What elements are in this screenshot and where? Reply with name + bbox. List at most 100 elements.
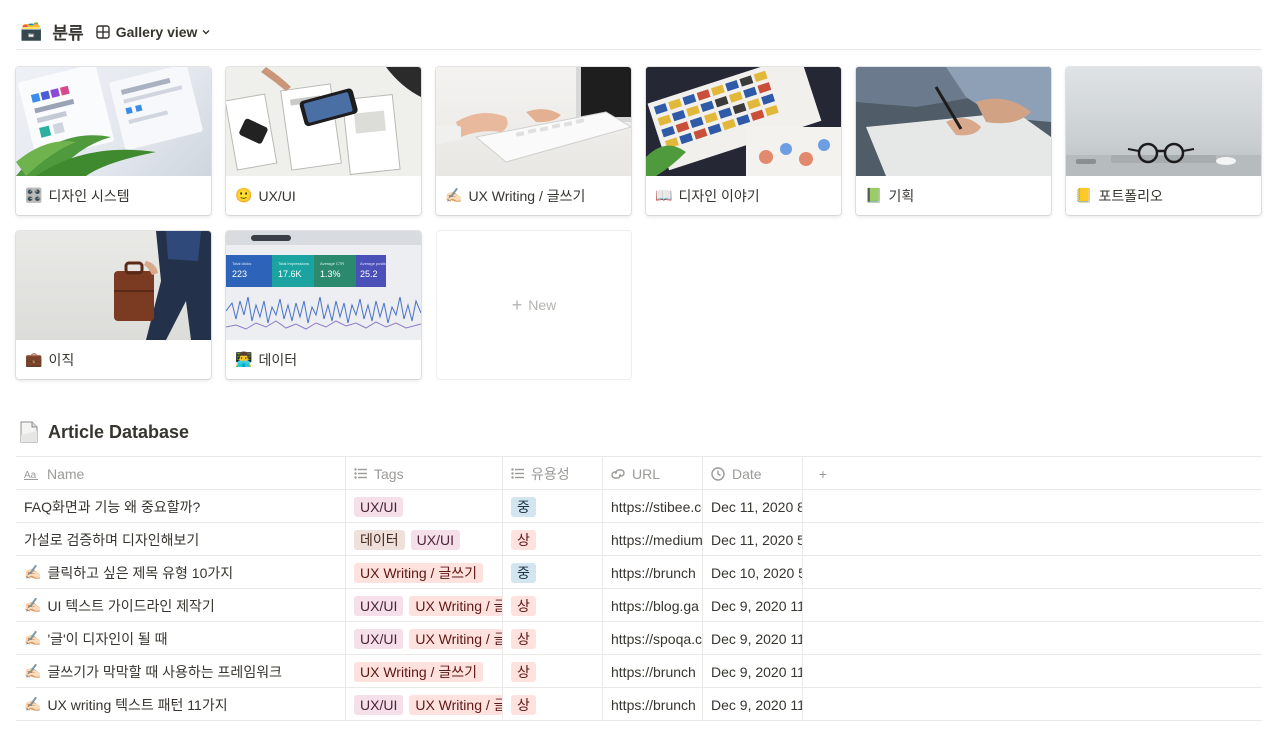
table-row[interactable]: ✍🏻 '글'이 디자인이 될 때 UX/UIUX Writing / 글쓰기 상 htt…: [16, 622, 1262, 655]
cell-date[interactable]: Dec 10, 2020 5: [703, 556, 803, 589]
cell-tags[interactable]: UX Writing / 글쓰기: [346, 655, 503, 688]
cell-name[interactable]: ✍🏻 UX writing 텍스트 패턴 11가지: [16, 688, 346, 721]
cell-usefulness[interactable]: 상: [503, 589, 603, 622]
svg-text:17.6K: 17.6K: [278, 269, 302, 279]
table-row[interactable]: ✍🏻 글쓰기가 막막할 때 사용하는 프레임워크 UX Writing / 글쓰기 상…: [16, 655, 1262, 688]
usefulness-pill: 상: [511, 595, 536, 616]
cell-usefulness[interactable]: 중: [503, 556, 603, 589]
cell-url[interactable]: https://stibee.com: [603, 490, 703, 523]
column-header-date[interactable]: Date: [703, 457, 803, 490]
column-header-tags[interactable]: Tags: [346, 457, 503, 490]
table-row[interactable]: ✍🏻 클릭하고 싶은 제목 유형 10가지 UX Writing / 글쓰기 중 htt…: [16, 556, 1262, 589]
cell-date[interactable]: Dec 11, 2020 8: [703, 490, 803, 523]
card-label: 📒 포트폴리오: [1066, 176, 1261, 215]
cell-date[interactable]: Dec 9, 2020 11: [703, 622, 803, 655]
card-title: 데이터: [258, 351, 298, 368]
table-row[interactable]: FAQ화면과 기능 왜 중요할까? UX/UI 중 https://stibee.co…: [16, 490, 1262, 523]
cell-usefulness[interactable]: 중: [503, 490, 603, 523]
svg-text:25.2: 25.2: [360, 269, 378, 279]
gallery-card-design-story[interactable]: 📖 디자인 이야기: [646, 67, 841, 215]
cell-date[interactable]: Dec 9, 2020 11: [703, 589, 803, 622]
cell-date[interactable]: Dec 9, 2020 11: [703, 688, 803, 721]
view-switcher[interactable]: Gallery view: [96, 24, 218, 40]
gallery-card-data[interactable]: Total clicks 223 Total impressions 17.6K…: [226, 231, 421, 379]
cell-usefulness[interactable]: 상: [503, 622, 603, 655]
table-row[interactable]: ✍🏻 UI 텍스트 가이드라인 제작기 UX/UIUX Writing / 글쓰기 상…: [16, 589, 1262, 622]
article-name: 글쓰기가 막막할 때 사용하는 프레임워크: [47, 663, 282, 680]
tag-pill: UX Writing / 글쓰기: [409, 694, 502, 715]
new-card-button[interactable]: + New: [437, 231, 631, 379]
cell-name[interactable]: ✍🏻 '글'이 디자인이 될 때: [16, 622, 346, 655]
cell-url[interactable]: https://medium: [603, 523, 703, 556]
tag-pill: UX/UI: [354, 628, 404, 649]
cell-tags[interactable]: UX/UI: [346, 490, 503, 523]
cell-name[interactable]: ✍🏻 클릭하고 싶은 제목 유형 10가지: [16, 556, 346, 589]
card-title: UX Writing / 글쓰기: [468, 187, 586, 204]
cell-url[interactable]: https://blog.ga: [603, 589, 703, 622]
view-switcher-label: Gallery view: [115, 23, 198, 40]
cell-usefulness[interactable]: 상: [503, 655, 603, 688]
cell-usefulness[interactable]: 상: [503, 688, 603, 721]
cell-name[interactable]: FAQ화면과 기능 왜 중요할까?: [16, 490, 346, 523]
gallery-card-ux-writing[interactable]: ✍🏻 UX Writing / 글쓰기: [436, 67, 631, 215]
column-header-label: Name: [47, 465, 85, 482]
usefulness-pill: 상: [511, 628, 536, 649]
table-row[interactable]: 가설로 검증하며 디자인해보기 데이터 UX/UI 상 https://medium De…: [16, 523, 1262, 556]
cell-tags[interactable]: UX/UIUX Writing / 글쓰기: [346, 688, 503, 721]
cell-url[interactable]: https://brunch: [603, 688, 703, 721]
column-header-url[interactable]: URL: [603, 457, 703, 490]
cell-url[interactable]: https://brunch: [603, 655, 703, 688]
cell-url[interactable]: https://brunch: [603, 556, 703, 589]
cell-tags[interactable]: UX Writing / 글쓰기: [346, 556, 503, 589]
clock-icon: [711, 466, 725, 481]
table-row[interactable]: ✍🏻 UX writing 텍스트 패턴 11가지 UX/UI UX Writing …: [16, 688, 1262, 721]
cell-url[interactable]: https://spoqa.c: [603, 622, 703, 655]
tag-pill: 데이터: [354, 529, 405, 550]
svg-text:Total clicks: Total clicks: [232, 261, 251, 266]
green-book-icon: 📗: [865, 187, 883, 203]
column-header-label: Tags: [374, 465, 404, 482]
gallery-card-job-change[interactable]: 💼 이직: [16, 231, 211, 379]
cell-tags[interactable]: UX/UIUX Writing / 글쓰기: [346, 589, 503, 622]
gallery-card-portfolio[interactable]: 📒 포트폴리오: [1066, 67, 1261, 215]
tag-pill: UX Writing / 글쓰기: [354, 661, 483, 682]
card-title: 디자인 이야기: [678, 187, 760, 204]
database-title[interactable]: 분류: [52, 19, 83, 44]
article-database-title[interactable]: Article Database: [48, 422, 189, 443]
usefulness-pill: 중: [511, 562, 536, 583]
svg-text:Average CTR: Average CTR: [320, 261, 344, 266]
writing-hand-icon: ✍🏻: [24, 564, 42, 580]
column-header-name[interactable]: Aa Name: [16, 457, 346, 490]
article-database-header: Article Database: [20, 421, 189, 443]
writing-hand-icon: ✍🏻: [24, 630, 42, 646]
cell-tags[interactable]: 데이터 UX/UI: [346, 523, 503, 556]
article-name: '글'이 디자인이 될 때: [47, 630, 168, 647]
cell-tags[interactable]: UX/UIUX Writing / 글쓰기: [346, 622, 503, 655]
card-file-box-icon: 🗃️: [20, 21, 43, 41]
card-cover-image: Total clicks 223 Total impressions 17.6K…: [226, 231, 421, 340]
cell-filler: [843, 523, 1262, 556]
cell-name[interactable]: ✍🏻 글쓰기가 막막할 때 사용하는 프레임워크: [16, 655, 346, 688]
svg-text:223: 223: [232, 269, 247, 279]
control-knobs-icon: 🎛️: [25, 187, 43, 203]
table-header-row: Aa Name Tags 유용성 URL Date +: [16, 457, 1262, 490]
column-header-usefulness[interactable]: 유용성: [503, 457, 603, 490]
cell-date[interactable]: Dec 9, 2020 11: [703, 655, 803, 688]
cell-usefulness[interactable]: 상: [503, 523, 603, 556]
cell-name[interactable]: ✍🏻 UI 텍스트 가이드라인 제작기: [16, 589, 346, 622]
slightly-smiling-face-icon: 🙂: [235, 187, 253, 203]
tag-pill: UX/UI: [354, 694, 404, 715]
gallery-card-design-system[interactable]: 🎛️ 디자인 시스템: [16, 67, 211, 215]
gallery-card-planning[interactable]: 📗 기획: [856, 67, 1051, 215]
card-cover-image: [16, 67, 211, 176]
cell-empty: [803, 490, 843, 523]
cell-name[interactable]: 가설로 검증하며 디자인해보기: [16, 523, 346, 556]
cell-date[interactable]: Dec 11, 2020 5: [703, 523, 803, 556]
link-icon: [611, 468, 625, 480]
add-property-button[interactable]: +: [803, 457, 843, 490]
usefulness-pill: 상: [511, 661, 536, 682]
tag-pill: UX/UI: [354, 496, 404, 517]
card-label: ✍🏻 UX Writing / 글쓰기: [436, 176, 631, 215]
gallery-card-ux-ui[interactable]: 🙂 UX/UI: [226, 67, 421, 215]
column-header-label: Date: [732, 465, 762, 482]
